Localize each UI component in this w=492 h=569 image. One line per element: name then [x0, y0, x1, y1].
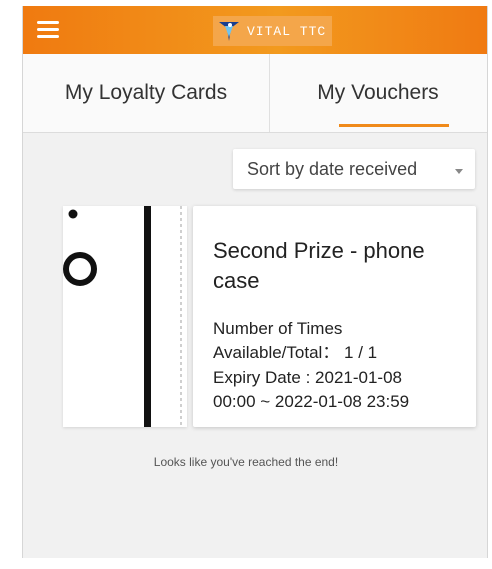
voucher-title: Second Prize - phone case — [213, 238, 425, 293]
active-tab-indicator — [339, 124, 449, 127]
voucher-details: Second Prize - phone case Number of Time… — [193, 206, 476, 427]
caret-down-icon — [455, 169, 463, 174]
tab-bar: My Loyalty Cards My Vouchers — [23, 54, 487, 133]
vital-ttc-logo-icon — [219, 22, 239, 41]
voucher-thumbnail-graphic — [63, 206, 187, 427]
voucher-expiry-date: Expiry Date : 2021-01-08 — [213, 368, 402, 387]
voucher-expiry-range: 00:00 ~ 2022-01-08 23:59 — [213, 392, 410, 411]
app-frame: VITAL TTC My Loyalty Cards My Vouchers S… — [22, 6, 488, 558]
end-of-list-message: Looks like you've reached the end! — [153, 455, 339, 469]
top-app-bar: VITAL TTC — [23, 6, 487, 54]
tab-my-loyalty-cards[interactable]: My Loyalty Cards — [23, 54, 270, 132]
brand-name: VITAL TTC — [247, 23, 327, 39]
hamburger-menu-icon[interactable] — [37, 21, 59, 39]
tab-my-vouchers[interactable]: My Vouchers — [269, 54, 487, 132]
sort-dropdown[interactable]: Sort by date received — [233, 149, 475, 189]
voucher-availability: Available/Total： 1 / 1 — [213, 343, 378, 362]
voucher-image — [63, 206, 187, 427]
brand: VITAL TTC — [213, 16, 333, 46]
voucher-times-label: Number of Times — [213, 319, 343, 338]
sort-selected-label: Sort by date received — [247, 159, 418, 179]
voucher-card[interactable]: Second Prize - phone case Number of Time… — [63, 206, 476, 427]
